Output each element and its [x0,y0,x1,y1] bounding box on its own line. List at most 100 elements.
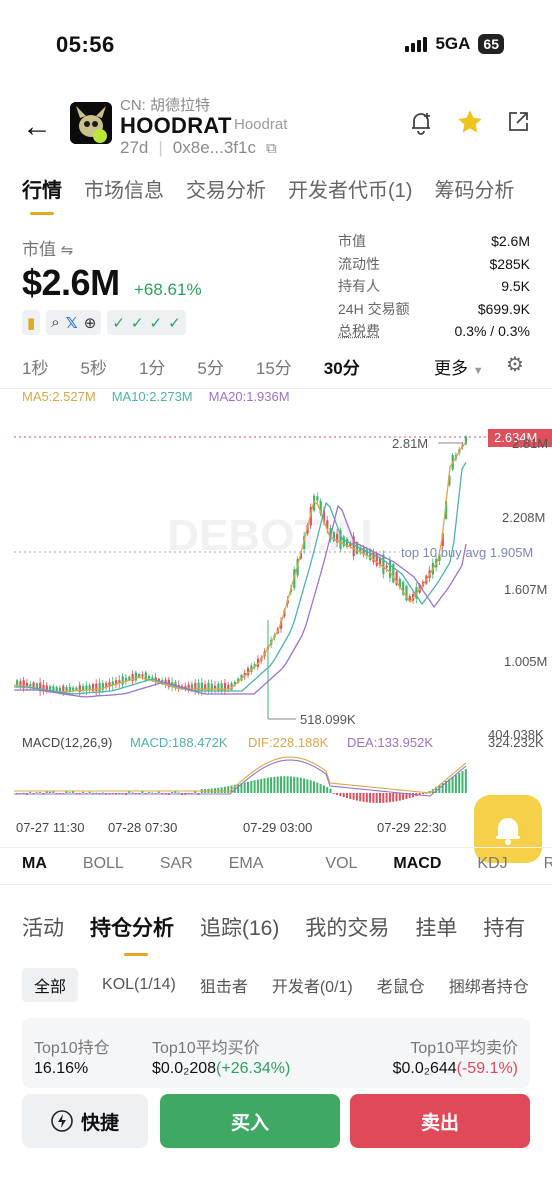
stat-row: 总税费 0.3% / 0.3% [338,323,530,340]
macd-value: MACD:188.472K [130,735,228,750]
status-time: 05:56 [56,32,115,57]
low-label: 518.099K [300,712,356,727]
globe-icon[interactable]: ⊕ [84,314,97,332]
tab-market[interactable]: 行情 [22,174,62,215]
filter-insiders[interactable]: 老鼠仓 [377,973,425,997]
tf-30m[interactable]: 30分 [324,354,360,379]
tf-5m[interactable]: 5分 [197,354,223,379]
ind-ema[interactable]: EMA [229,855,264,873]
macd-bar [220,787,223,793]
filter-bundlers[interactable]: 捆绑者持仓 [449,973,529,997]
candle [388,560,392,578]
time-tick: 07-29 22:30 [377,820,446,835]
macd-bar [309,780,312,793]
ma10-label: MA10:2.273M [111,389,193,404]
macd-bar [91,792,94,794]
macd-histogram [14,756,467,803]
x-icon[interactable]: 𝕏 [66,314,78,332]
macd-bar [402,793,405,800]
price-tick: 1.005M [504,654,547,669]
mcap-label[interactable]: 市值 ⇋ [22,235,73,260]
tf-15m[interactable]: 15分 [256,354,292,379]
check-icon: ✓ [112,314,125,332]
macd-bar [303,778,306,793]
share-icon[interactable] [506,110,530,141]
macd-bar [375,793,378,803]
filter-snipers[interactable]: 狙击者 [200,973,248,997]
ind-ma[interactable]: MA [22,855,47,873]
copy-icon[interactable]: ⧉ [266,140,277,157]
sell-button[interactable]: 卖出 [350,1094,530,1148]
candle [75,687,78,691]
tab-trade-analysis[interactable]: 交易分析 [186,174,266,203]
tab-holdings[interactable]: 持仓分析 [90,912,174,956]
security-checks[interactable]: ✓ ✓ ✓ ✓ [107,310,186,335]
price-alert-button[interactable] [474,795,542,863]
alert-add-icon[interactable] [408,110,434,143]
token-name: Hoodrat [234,116,288,133]
divider [0,847,552,848]
macd-bar [296,777,299,793]
high-label: 2.81M [392,436,428,451]
macd-bar [237,784,240,793]
tf-1s[interactable]: 1秒 [22,354,48,379]
tf-1m[interactable]: 1分 [139,354,165,379]
star-icon[interactable] [456,108,484,143]
macd-axis-top: 324.232K [488,735,544,750]
tab-hold[interactable]: 持有 [483,912,525,942]
ind-kdj[interactable]: KDJ [477,855,507,873]
macd-bar [65,791,68,793]
swap-icon[interactable]: ⇋ [61,242,74,259]
macd-bar [131,792,134,794]
status-indicators: 5GA 65 [405,34,504,54]
back-arrow-icon[interactable]: ← [22,110,52,144]
buy-button[interactable]: 买入 [160,1094,340,1148]
holder-filter-tabs: 全部 KOL(1/14) 狙击者 开发者(0/1) 老鼠仓 捆绑者持仓 [22,968,529,1002]
filter-dev[interactable]: 开发者(0/1) [272,973,353,997]
dif-value: DIF:228.188K [248,735,329,750]
macd-bar [316,782,319,793]
macd-bar [319,783,322,793]
macd-line [14,756,467,794]
macd-bar [250,781,253,793]
macd-bar [266,777,269,793]
candle [134,672,137,681]
macd-bar [289,776,292,793]
filter-all[interactable]: 全部 [22,968,79,1002]
ind-sar[interactable]: SAR [160,855,193,873]
tf-5s[interactable]: 5秒 [80,354,106,379]
candle [214,685,217,689]
tab-dev-tokens[interactable]: 开发者代币(1) [288,174,412,203]
price-tick: 1.607M [504,582,547,597]
ind-macd[interactable]: MACD [393,855,441,873]
macd-bar [39,791,42,793]
tab-orders[interactable]: 挂单 [415,912,457,942]
tab-market-info[interactable]: 市场信息 [84,174,164,203]
tf-more-dropdown[interactable]: 更多 ▼ [434,354,484,379]
macd-bar [352,793,355,800]
ind-rsi[interactable]: RSI [544,855,552,873]
candle [385,565,388,568]
macd-bar [395,793,398,802]
macd-bar [398,793,401,801]
tab-my-trades[interactable]: 我的交易 [305,912,389,942]
candle [72,687,75,691]
filter-kol[interactable]: KOL(1/14) [102,976,176,994]
book-icon[interactable]: ▮ [27,314,35,332]
ind-vol[interactable]: VOL [325,855,357,873]
macd-bar [313,781,315,793]
tab-chip-analysis[interactable]: 筹码分析 [434,174,514,203]
mcap-value: $2.6M [22,262,120,303]
token-address: 0x8e...3f1c [172,138,256,157]
price-chart[interactable]: DEBOT.AI 2.634M top 10 buy avg 1.905M 2.… [0,405,552,845]
macd-bar [49,791,51,793]
ind-boll[interactable]: BOLL [83,855,124,873]
tab-activity[interactable]: 活动 [22,912,64,942]
search-icon[interactable]: ⌕ [51,314,59,331]
tab-tracking[interactable]: 追踪(16) [200,912,279,942]
macd-bar [346,793,348,799]
chart-settings-icon[interactable]: ⚙ [506,352,524,377]
quick-trade-button[interactable]: 快捷 [22,1094,148,1148]
macd-bar [355,793,358,801]
network-type: 5GA [435,34,471,53]
